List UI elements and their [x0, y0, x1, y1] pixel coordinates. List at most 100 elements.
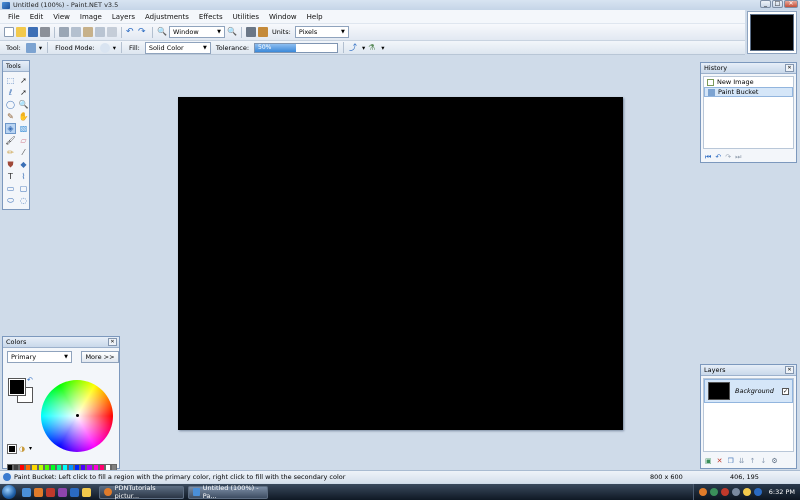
print-icon[interactable]	[40, 27, 50, 37]
tray-app-icon[interactable]	[753, 488, 762, 496]
cut-icon[interactable]	[59, 27, 69, 37]
eraser-tool-icon[interactable]: ▱	[18, 135, 29, 146]
zoom-in-icon[interactable]: 🔍	[227, 27, 237, 37]
chevron-down-icon[interactable]: ▾	[113, 44, 116, 52]
default-colors-icon[interactable]	[7, 444, 17, 454]
close-button[interactable]: ✕	[784, 0, 798, 8]
more-colors-button[interactable]: More >>	[81, 351, 119, 363]
menu-effects[interactable]: Effects	[194, 13, 228, 21]
paintnet-launcher-icon[interactable]	[70, 487, 79, 497]
chevron-down-icon[interactable]: ▾	[381, 44, 384, 52]
menu-help[interactable]: Help	[302, 13, 328, 21]
paint-bucket-tool-icon[interactable]: ◈	[5, 123, 16, 134]
close-icon[interactable]: ✕	[785, 64, 794, 72]
menu-image[interactable]: Image	[75, 13, 107, 21]
grid-icon[interactable]	[246, 27, 256, 37]
zoom-out-icon[interactable]: 🔍	[157, 27, 167, 37]
menu-edit[interactable]: Edit	[25, 13, 49, 21]
menu-view[interactable]: View	[48, 13, 75, 21]
units-dropdown[interactable]: Pixels ▼	[294, 26, 349, 38]
swap-colors-icon[interactable]: ↶	[27, 376, 33, 384]
delete-layer-icon[interactable]: ✕	[717, 457, 723, 465]
minimize-button[interactable]: _	[760, 0, 771, 8]
primary-color-swatch[interactable]	[8, 378, 26, 396]
menu-file[interactable]: File	[3, 13, 25, 21]
fast-forward-icon[interactable]: ⏭	[735, 153, 741, 162]
folder-icon[interactable]	[82, 487, 91, 497]
copy-icon[interactable]	[71, 27, 81, 37]
show-desktop-icon[interactable]	[22, 487, 31, 497]
text-tool-icon[interactable]: T	[5, 171, 16, 182]
merge-layer-down-icon[interactable]: ⇊	[739, 457, 745, 465]
move-selection-tool-icon[interactable]: ➚	[18, 87, 29, 98]
layer-properties-icon[interactable]: ⚙	[771, 457, 777, 465]
new-file-icon[interactable]	[4, 27, 14, 37]
add-layer-icon[interactable]: ▣	[705, 457, 712, 465]
tray-app-icon[interactable]	[698, 488, 707, 496]
magic-wand-tool-icon[interactable]: ✎	[5, 111, 16, 122]
image-canvas[interactable]	[178, 97, 623, 430]
paintbrush-tool-icon[interactable]: 🖌	[5, 135, 16, 146]
maximize-button[interactable]: □	[772, 0, 783, 8]
antialiasing-icon[interactable]: ⤴	[349, 43, 359, 53]
window-dropdown[interactable]: Window ▼	[169, 26, 225, 38]
layer-row-background[interactable]: Background ✓	[704, 379, 793, 403]
rounded-rectangle-tool-icon[interactable]: ▢	[18, 183, 29, 194]
move-selected-pixels-tool-icon[interactable]: ➚	[18, 75, 29, 86]
layer-visibility-checkbox[interactable]: ✓	[782, 387, 789, 395]
start-button[interactable]	[2, 485, 16, 499]
duplicate-layer-icon[interactable]: ❐	[728, 457, 734, 465]
palette-icon[interactable]: ◑	[19, 445, 25, 453]
app-launcher-icon[interactable]	[46, 487, 55, 497]
flood-mode-icon[interactable]	[99, 42, 110, 53]
chevron-down-icon[interactable]: ▾	[39, 44, 42, 52]
alpha-blending-icon[interactable]: ⚗	[368, 43, 378, 53]
taskbar-button-firefox[interactable]: PDNTutorials pictur...	[99, 484, 184, 500]
fill-dropdown[interactable]: Solid Color ▼	[144, 41, 211, 54]
menu-layers[interactable]: Layers	[107, 13, 140, 21]
save-icon[interactable]	[28, 27, 38, 37]
move-layer-up-icon[interactable]: ↑	[750, 457, 756, 465]
history-item-new-image[interactable]: New Image	[704, 77, 793, 87]
rectangle-tool-icon[interactable]: ▭	[5, 183, 16, 194]
color-picker-tool-icon[interactable]: ⁄	[18, 147, 29, 158]
zoom-tool-icon[interactable]: 🔍	[18, 99, 29, 110]
network-icon[interactable]	[709, 488, 718, 496]
chevron-down-icon[interactable]: ▾	[362, 44, 365, 52]
rectangle-select-tool-icon[interactable]: ⬚	[5, 75, 16, 86]
firefox-icon[interactable]	[34, 487, 43, 497]
menu-utilities[interactable]: Utilities	[228, 13, 264, 21]
lasso-select-tool-icon[interactable]: ℓ	[5, 87, 16, 98]
redo-icon[interactable]: ↷	[725, 153, 731, 162]
ellipse-tool-icon[interactable]: ⬭	[5, 195, 16, 206]
security-icon[interactable]	[720, 488, 729, 496]
line-curve-tool-icon[interactable]: ⌇	[18, 171, 29, 182]
history-item-paint-bucket[interactable]: Paint Bucket	[704, 87, 793, 97]
media-player-icon[interactable]	[58, 487, 67, 497]
ruler-icon[interactable]	[258, 27, 268, 37]
close-icon[interactable]: ✕	[785, 366, 794, 374]
move-layer-down-icon[interactable]: ↓	[761, 457, 767, 465]
pan-tool-icon[interactable]: ✋	[18, 111, 29, 122]
deselect-icon[interactable]	[107, 27, 117, 37]
image-thumbnail[interactable]	[747, 11, 797, 54]
redo-icon[interactable]: ↷	[138, 27, 148, 37]
rewind-icon[interactable]: ⏮	[705, 153, 711, 162]
gradient-tool-icon[interactable]: ▧	[18, 123, 29, 134]
paint-bucket-tool-icon[interactable]	[25, 42, 36, 53]
volume-icon[interactable]	[731, 488, 740, 496]
ellipse-select-tool-icon[interactable]: ◯	[5, 99, 16, 110]
undo-icon[interactable]: ↶	[126, 27, 136, 37]
color-mode-dropdown[interactable]: Primary ▼	[7, 351, 72, 363]
tolerance-slider[interactable]: 50%	[254, 42, 339, 53]
paste-icon[interactable]	[83, 27, 93, 37]
open-folder-icon[interactable]	[16, 27, 26, 37]
menu-adjustments[interactable]: Adjustments	[140, 13, 194, 21]
recolor-tool-icon[interactable]: ◆	[18, 159, 29, 170]
crop-icon[interactable]	[95, 27, 105, 37]
freeform-shape-tool-icon[interactable]: ◌	[18, 195, 29, 206]
menu-window[interactable]: Window	[264, 13, 302, 21]
taskbar-button-paintnet[interactable]: Untitled (100%) - Pa...	[188, 484, 268, 500]
clone-stamp-tool-icon[interactable]: ⛊	[5, 159, 16, 170]
tray-app-icon[interactable]	[742, 488, 751, 496]
